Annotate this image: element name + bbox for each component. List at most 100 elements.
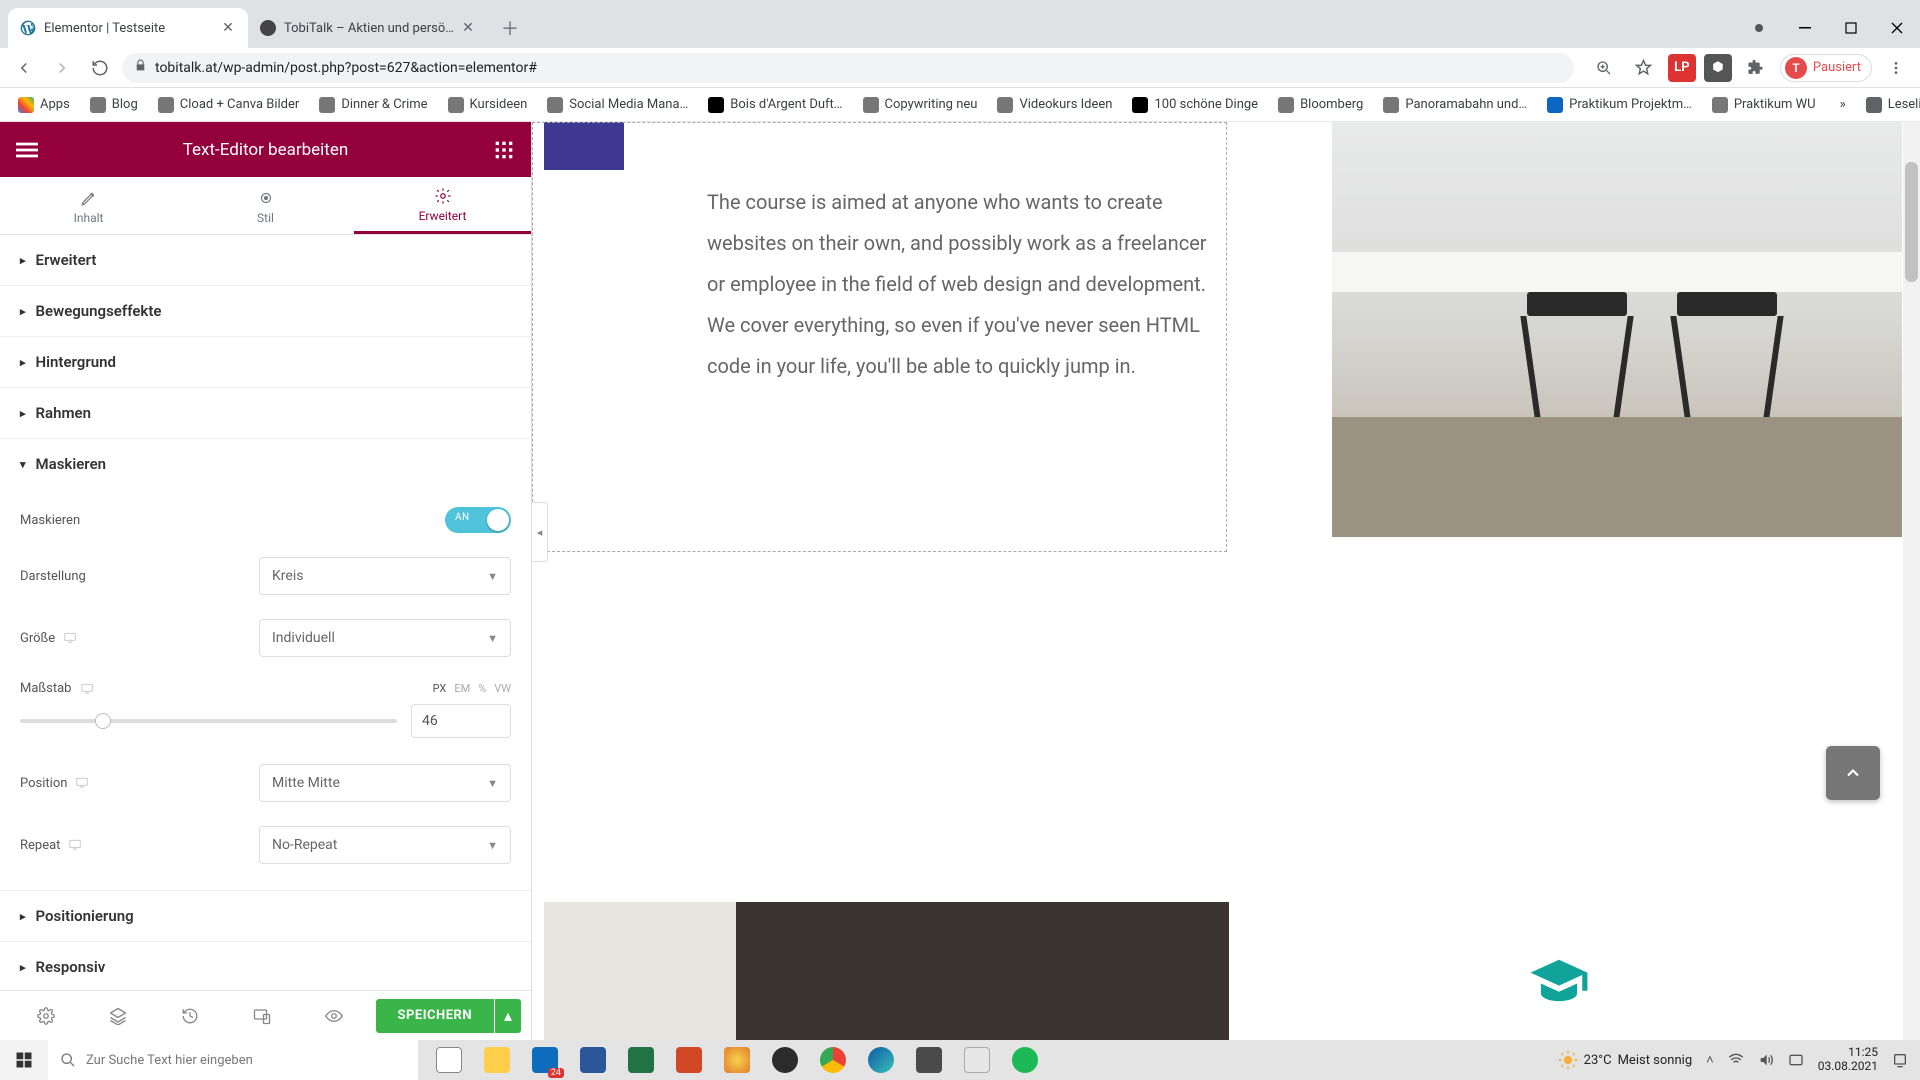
save-options-button[interactable]: ▴ [495,999,521,1033]
heading-bg-block[interactable] [544,122,624,170]
desktop-icon[interactable] [68,838,82,852]
mask-shape-select[interactable]: Kreis▼ [259,557,511,595]
bookmark-item[interactable]: 100 schöne Dinge [1124,93,1266,117]
bookmark-item[interactable]: Videokurs Ideen [989,93,1120,117]
accordion-responsive[interactable]: ▸Responsiv [0,942,531,990]
zoom-icon[interactable] [1588,52,1620,84]
bookmark-star-icon[interactable] [1628,52,1660,84]
word-app[interactable] [572,1040,614,1080]
language-icon[interactable] [1788,1052,1804,1068]
bookmark-item[interactable]: Bois d'Argent Duft… [700,93,850,117]
scroll-to-top-button[interactable] [1826,746,1880,800]
forward-button[interactable] [46,52,78,84]
bookmark-apps[interactable]: Apps [10,93,78,117]
canvas-scrollbar[interactable] [1903,122,1920,1040]
bookmark-item[interactable]: Social Media Mana… [539,93,696,117]
app-icon[interactable] [716,1040,758,1080]
accordion-positioning[interactable]: ▸Positionierung [0,891,531,941]
mail-app[interactable]: 24 [524,1040,566,1080]
tab-content[interactable]: Inhalt [0,177,177,234]
mask-toggle[interactable]: AN [445,507,511,533]
unit-px[interactable]: PX [433,682,447,695]
bookmark-item[interactable]: Praktikum Projektm… [1539,93,1700,117]
mask-position-select[interactable]: Mitte Mitte▼ [259,764,511,802]
elementor-canvas[interactable]: The course is aimed at anyone who wants … [532,122,1920,1040]
browser-tab-active[interactable]: Elementor | Testseite ✕ [8,8,248,48]
bookmark-item[interactable]: Praktikum WU [1704,93,1824,117]
responsive-button[interactable] [226,991,298,1040]
tab-style[interactable]: Stil [177,177,354,234]
mask-repeat-select[interactable]: No-Repeat▼ [259,826,511,864]
obs-app[interactable] [764,1040,806,1080]
desktop-icon[interactable] [75,776,89,790]
unit-switcher[interactable]: PX EM % VW [433,682,511,695]
text-editor-widget[interactable]: The course is aimed at anyone who wants … [707,182,1207,387]
navigator-button[interactable] [82,991,154,1040]
extension-icon[interactable]: LP [1668,54,1696,82]
weather-widget[interactable]: 23°C Meist sonnig [1558,1050,1692,1070]
clock[interactable]: 11:25 03.08.2021 [1818,1046,1878,1074]
edge-app[interactable] [860,1040,902,1080]
bookmark-overflow[interactable]: » [1832,93,1854,116]
minimize-button[interactable] [1782,8,1828,48]
profile-button[interactable]: T Pausiert [1780,54,1872,82]
mask-scale-input[interactable]: 46 [411,704,511,738]
start-button[interactable] [0,1040,48,1080]
slider-thumb[interactable] [95,713,111,729]
bookmark-item[interactable]: Panoramabahn und… [1375,93,1535,117]
excel-app[interactable] [620,1040,662,1080]
powerpoint-app[interactable] [668,1040,710,1080]
volume-icon[interactable] [1758,1052,1774,1068]
unit-vw[interactable]: VW [494,682,511,695]
history-button[interactable] [154,991,226,1040]
settings-button[interactable] [10,991,82,1040]
task-view-button[interactable] [428,1040,470,1080]
notifications-icon[interactable] [1892,1052,1908,1068]
app-icon[interactable] [956,1040,998,1080]
wifi-icon[interactable] [1728,1052,1744,1068]
close-icon[interactable]: ✕ [220,20,236,36]
account-dot-icon[interactable] [1736,8,1782,48]
image-widget[interactable] [1332,122,1902,537]
accordion-background[interactable]: ▸Hintergrund [0,337,531,387]
unit-percent[interactable]: % [478,682,486,695]
app-icon[interactable] [908,1040,950,1080]
desktop-icon[interactable] [63,631,77,645]
accordion-border[interactable]: ▸Rahmen [0,388,531,438]
bookmark-item[interactable]: Kursideen [440,93,536,117]
accordion-advanced[interactable]: ▸Erweitert [0,235,531,285]
canvas-section[interactable] [532,902,1920,1040]
desktop-icon[interactable] [80,682,94,696]
taskbar-search[interactable]: Zur Suche Text hier eingeben [48,1040,418,1080]
mask-scale-slider[interactable] [20,719,397,723]
bookmark-item[interactable]: Copywriting neu [855,93,986,117]
bookmark-item[interactable]: Dinner & Crime [311,93,435,117]
new-tab-button[interactable]: ＋ [494,12,526,44]
address-bar[interactable]: tobitalk.at/wp-admin/post.php?post=627&a… [122,53,1574,83]
chrome-app[interactable] [812,1040,854,1080]
reading-list-button[interactable]: Leseliste [1858,93,1920,117]
image-widget[interactable] [544,902,1229,1040]
bookmark-item[interactable]: Cload + Canva Bilder [150,93,308,117]
preview-button[interactable] [298,991,370,1040]
scrollbar-thumb[interactable] [1905,162,1918,282]
panel-collapse-handle[interactable]: ◂ [532,502,548,562]
tray-chevron-icon[interactable]: ˄ [1706,1052,1714,1068]
close-window-button[interactable] [1874,8,1920,48]
save-button[interactable]: SPEICHERN [376,999,495,1033]
extension-icon[interactable]: ⬢ [1704,54,1732,82]
spotify-app[interactable] [1004,1040,1046,1080]
kebab-menu-icon[interactable] [1880,52,1912,84]
accordion-motion[interactable]: ▸Bewegungseffekte [0,286,531,336]
reload-button[interactable] [84,52,116,84]
unit-em[interactable]: EM [454,682,470,695]
close-icon[interactable]: ✕ [460,20,476,36]
bookmark-item[interactable]: Bloomberg [1270,93,1371,117]
hamburger-menu-icon[interactable] [14,137,40,163]
accordion-mask[interactable]: ▾Maskieren [0,439,531,489]
back-button[interactable] [8,52,40,84]
extensions-puzzle-icon[interactable] [1740,52,1772,84]
tab-advanced[interactable]: Erweitert [354,177,531,234]
browser-tab-inactive[interactable]: TobiTalk – Aktien und persönlich… ✕ [248,8,488,48]
canvas-section[interactable]: The course is aimed at anyone who wants … [532,122,1920,552]
